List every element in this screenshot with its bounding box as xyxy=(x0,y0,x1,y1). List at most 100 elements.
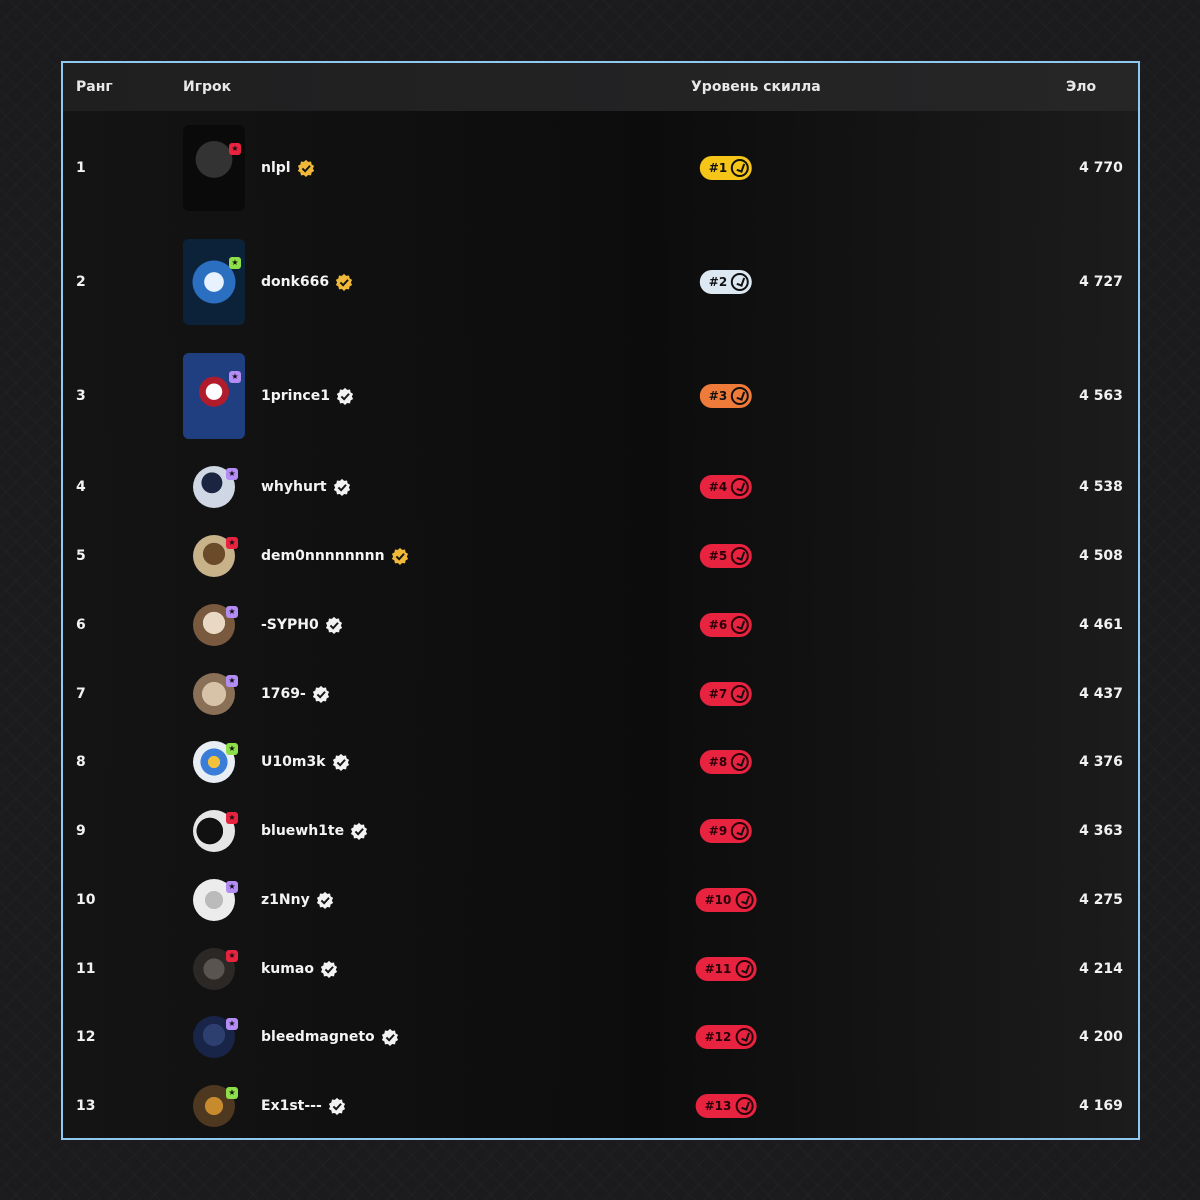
table-row[interactable]: 9 ★ bluewh1te #9 4 363 xyxy=(63,796,1138,866)
elo-value: 4 200 xyxy=(1079,1029,1123,1045)
avatar[interactable]: ★ xyxy=(193,809,238,852)
skill-level-badge: #6 xyxy=(699,612,753,637)
player-name-group[interactable]: 1prince1 xyxy=(261,387,354,405)
skill-level-badge: #2 xyxy=(699,270,753,294)
header-skill-level: Уровень скилла xyxy=(691,79,821,95)
player-name[interactable]: bluewh1te xyxy=(261,823,344,839)
role-badge-icon: ★ xyxy=(229,143,241,155)
skill-level-badge: #9 xyxy=(699,818,753,843)
player-name[interactable]: z1Nny xyxy=(261,892,310,908)
avatar[interactable]: ★ xyxy=(193,1084,238,1127)
elo-value: 4 538 xyxy=(1079,479,1123,495)
player-name[interactable]: 1prince1 xyxy=(261,388,330,404)
role-badge-icon: ★ xyxy=(226,536,238,549)
player-name-group[interactable]: Ex1st--- xyxy=(261,1097,346,1115)
table-row[interactable]: 3 ★ 1prince1 #3 4 563 xyxy=(63,339,1138,454)
skill-level-icon xyxy=(731,753,750,771)
verified-badge-icon xyxy=(320,960,338,978)
table-row[interactable]: 5 ★ dem0nnnnnnnn #5 4 508 xyxy=(63,521,1138,591)
player-name[interactable]: 1769- xyxy=(261,686,306,702)
header-elo: Эло xyxy=(1066,79,1097,95)
player-name[interactable]: U10m3k xyxy=(261,754,326,770)
table-row[interactable]: 2 ★ donk666 #2 4 727 xyxy=(63,225,1138,340)
role-badge-icon: ★ xyxy=(226,880,238,893)
skill-level-icon xyxy=(731,159,750,177)
avatar[interactable]: ★ xyxy=(183,353,245,439)
skill-level-text: #11 xyxy=(704,961,732,976)
player-name[interactable]: kumao xyxy=(261,961,314,977)
avatar-image xyxy=(183,125,245,211)
skill-level-icon xyxy=(735,1028,754,1046)
role-badge-icon: ★ xyxy=(226,1086,238,1099)
elo-value: 4 770 xyxy=(1079,160,1123,176)
table-row[interactable]: 12 ★ bleedmagneto #12 4 200 xyxy=(63,1003,1138,1072)
avatar[interactable]: ★ xyxy=(193,741,238,783)
avatar[interactable]: ★ xyxy=(193,534,238,577)
table-row[interactable]: 1 ★ nlpl #1 4 770 xyxy=(63,111,1138,226)
player-name[interactable]: nlpl xyxy=(261,160,291,176)
avatar[interactable]: ★ xyxy=(183,239,245,325)
header-rank: Ранг xyxy=(76,79,113,95)
player-name[interactable]: donk666 xyxy=(261,274,329,290)
avatar[interactable]: ★ xyxy=(193,1016,238,1058)
player-name[interactable]: Ex1st--- xyxy=(261,1098,322,1114)
avatar[interactable]: ★ xyxy=(183,125,245,211)
avatar[interactable]: ★ xyxy=(193,466,238,508)
role-badge-icon: ★ xyxy=(229,257,241,269)
avatar[interactable]: ★ xyxy=(193,672,238,715)
avatar[interactable]: ★ xyxy=(193,878,238,921)
avatar[interactable]: ★ xyxy=(193,603,238,646)
player-name-group[interactable]: kumao xyxy=(261,960,338,978)
table-row[interactable]: 10 ★ z1Nny #10 4 275 xyxy=(63,865,1138,935)
player-name[interactable]: bleedmagneto xyxy=(261,1029,375,1045)
player-name-group[interactable]: z1Nny xyxy=(261,891,334,909)
rank-number: 1 xyxy=(76,160,86,176)
skill-level-text: #10 xyxy=(704,892,732,907)
elo-value: 4 363 xyxy=(1079,822,1123,839)
player-name-group[interactable]: 1769- xyxy=(261,685,330,703)
role-badge-icon: ★ xyxy=(226,1018,238,1030)
skill-level-badge: #7 xyxy=(699,681,753,706)
elo-value: 4 461 xyxy=(1079,616,1123,633)
rank-number: 5 xyxy=(76,547,86,564)
role-badge-icon: ★ xyxy=(226,743,238,755)
rank-number: 4 xyxy=(76,479,86,495)
player-name[interactable]: whyhurt xyxy=(261,479,327,495)
verified-badge-icon xyxy=(332,753,349,771)
elo-value: 4 376 xyxy=(1079,754,1123,770)
rank-number: 12 xyxy=(76,1029,96,1045)
player-name-group[interactable]: nlpl xyxy=(261,159,315,177)
player-name-group[interactable]: donk666 xyxy=(261,273,353,291)
table-row[interactable]: 7 ★ 1769- #7 4 437 xyxy=(63,659,1138,729)
player-name-group[interactable]: -SYPH0 xyxy=(261,616,343,634)
skill-level-icon xyxy=(731,546,750,565)
rank-number: 6 xyxy=(76,616,86,633)
skill-level-icon xyxy=(731,273,750,291)
avatar-image xyxy=(183,353,245,439)
elo-value: 4 508 xyxy=(1079,547,1123,564)
table-row[interactable]: 6 ★ -SYPH0 #6 4 461 xyxy=(63,590,1138,660)
player-name-group[interactable]: U10m3k xyxy=(261,753,350,771)
player-name-group[interactable]: dem0nnnnnnnn xyxy=(261,547,409,565)
player-name-group[interactable]: bleedmagneto xyxy=(261,1028,399,1046)
player-name-group[interactable]: bluewh1te xyxy=(261,822,368,840)
player-name[interactable]: -SYPH0 xyxy=(261,617,319,633)
avatar[interactable]: ★ xyxy=(193,947,238,990)
role-badge-icon: ★ xyxy=(226,811,238,824)
role-badge-icon: ★ xyxy=(226,605,238,618)
skill-level-text: #9 xyxy=(708,823,728,838)
table-row[interactable]: 11 ★ kumao #11 4 214 xyxy=(63,934,1138,1004)
table-row[interactable]: 4 ★ whyhurt #4 4 538 xyxy=(63,453,1138,522)
skill-level-badge: #3 xyxy=(699,384,753,408)
skill-level-icon xyxy=(731,478,750,496)
skill-level-text: #1 xyxy=(708,161,728,175)
player-name[interactable]: dem0nnnnnnnn xyxy=(261,548,385,564)
table-row[interactable]: 13 ★ Ex1st--- #13 4 169 xyxy=(63,1071,1138,1138)
elo-value: 4 169 xyxy=(1079,1097,1123,1114)
skill-level-badge: #8 xyxy=(699,750,753,774)
player-name-group[interactable]: whyhurt xyxy=(261,478,351,496)
skill-level-icon xyxy=(731,615,750,634)
table-row[interactable]: 8 ★ U10m3k #8 4 376 xyxy=(63,728,1138,797)
leaderboard-table: Ранг Игрок Уровень скилла Эло 1 ★ nlpl #1 4 … xyxy=(61,61,1140,1140)
skill-level-icon xyxy=(731,684,750,703)
